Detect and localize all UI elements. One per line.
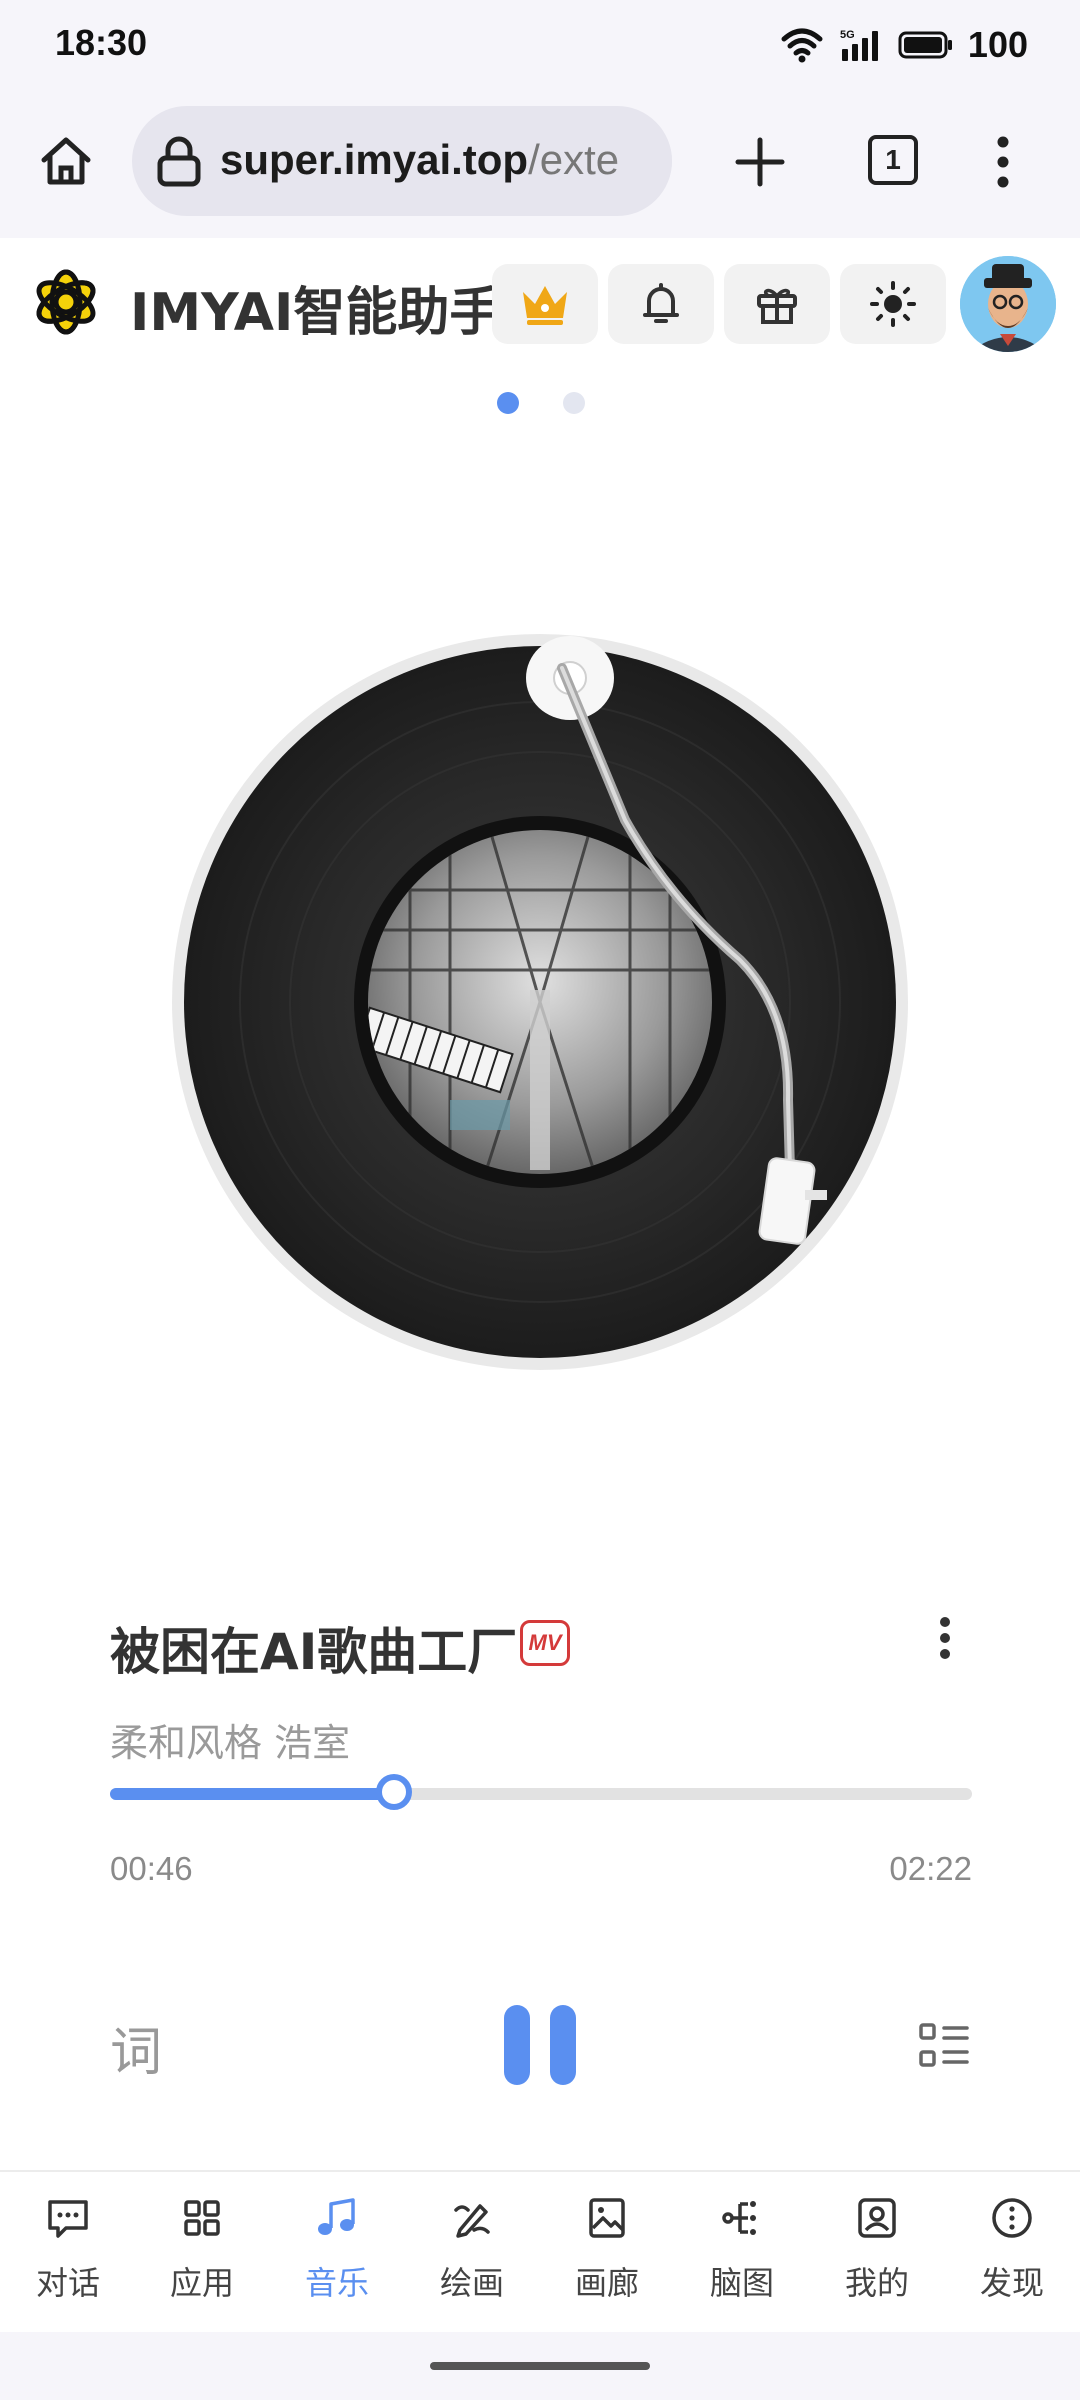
url-text: super.imyai.top/exte <box>220 136 619 184</box>
song-title: 被困在AI歌曲工厂 <box>110 1623 518 1681</box>
battery-level: 100 <box>967 24 1028 65</box>
music-note-icon <box>318 2198 355 2235</box>
more-vert-icon[interactable] <box>988 134 1018 190</box>
nav-item-apps[interactable]: 应用 <box>142 2196 262 2316</box>
url-domain: super.imyai.top <box>220 136 529 183</box>
chat-icon <box>48 2200 88 2238</box>
discover-icon <box>992 2198 1032 2238</box>
nav-item-gallery[interactable]: 画廊 <box>547 2196 667 2316</box>
progress-slider[interactable] <box>110 1774 972 1810</box>
theme-toggle-button[interactable] <box>840 264 946 344</box>
nav-item-music[interactable]: 音乐 <box>277 2196 397 2316</box>
progress-knob[interactable] <box>376 1774 413 1810</box>
nav-label-profile: 我的 <box>844 2264 909 2302</box>
home-icon[interactable] <box>36 132 96 192</box>
browser-toolbar: super.imyai.top/exte 1 <box>0 92 1080 238</box>
paint-brush-icon <box>454 2204 490 2238</box>
vinyl-record <box>150 630 930 1370</box>
avatar[interactable] <box>960 256 1056 352</box>
nav-item-paint[interactable]: 绘画 <box>412 2196 532 2316</box>
current-time: 00:46 <box>110 1850 193 1887</box>
nav-label-music: 音乐 <box>304 2264 369 2302</box>
apps-grid-icon <box>184 2200 220 2236</box>
crown-icon <box>523 286 567 325</box>
status-bar: 18:30 5G 100 <box>0 0 1080 92</box>
mind-map-icon <box>722 2201 756 2235</box>
app-header: IMYAI智能助手 <box>0 238 1080 370</box>
song-more-icon[interactable] <box>930 1612 960 1672</box>
gift-icon <box>757 288 797 324</box>
profile-icon <box>858 2198 896 2238</box>
battery-icon <box>898 31 952 59</box>
pager-dot-2[interactable] <box>563 392 585 414</box>
sun-icon <box>870 281 916 327</box>
avatar-image <box>960 256 1056 352</box>
nav-item-profile[interactable]: 我的 <box>817 2196 937 2316</box>
song-artist-line: 柔和风格 浩室 <box>110 1721 351 1765</box>
wifi-icon <box>781 28 823 63</box>
status-icons: 5G 100 <box>780 20 1028 70</box>
nav-item-mindmap[interactable]: 脑图 <box>682 2196 802 2316</box>
nav-label-chat: 对话 <box>35 2264 100 2302</box>
nav-label-mindmap: 脑图 <box>709 2264 774 2302</box>
new-tab-icon[interactable] <box>734 136 786 188</box>
lyrics-button[interactable]: 词 <box>110 2010 162 2085</box>
openai-logo-icon <box>36 269 96 335</box>
bell-icon <box>643 283 679 323</box>
pager-dot-1[interactable] <box>497 392 519 414</box>
bottom-nav: 对话 应用 音乐 绘画 画廊 脑图 我的 发现 <box>0 2170 1080 2332</box>
pause-button[interactable] <box>504 2005 576 2085</box>
address-bar[interactable]: super.imyai.top/exte <box>132 106 672 216</box>
home-indicator[interactable] <box>430 2362 650 2370</box>
status-time: 18:30 <box>55 22 148 63</box>
playlist-icon[interactable] <box>918 2022 970 2068</box>
turntable-graphic <box>172 634 908 1370</box>
progress-fill <box>110 1788 395 1800</box>
total-time: 02:22 <box>889 1850 972 1887</box>
lock-icon <box>157 136 201 187</box>
nav-item-chat[interactable]: 对话 <box>8 2196 128 2316</box>
vip-button[interactable] <box>492 264 598 344</box>
nav-label-apps: 应用 <box>169 2264 234 2302</box>
notifications-button[interactable] <box>608 264 714 344</box>
nav-item-discover[interactable]: 发现 <box>952 2196 1072 2316</box>
nav-label-gallery: 画廊 <box>574 2264 639 2302</box>
mv-badge[interactable]: MV <box>520 1620 570 1666</box>
gift-button[interactable] <box>724 264 830 344</box>
signal-5g-icon: 5G <box>840 29 878 61</box>
nav-label-discover: 发现 <box>979 2264 1044 2302</box>
url-path: /exte <box>528 136 620 183</box>
tab-switcher-button[interactable]: 1 <box>868 135 918 185</box>
app-title: IMYAI智能助手 <box>130 283 502 343</box>
gallery-icon <box>589 2198 625 2238</box>
nav-label-paint: 绘画 <box>439 2264 504 2302</box>
network-label: 5G <box>840 29 855 41</box>
pause-icon <box>504 2005 530 2085</box>
